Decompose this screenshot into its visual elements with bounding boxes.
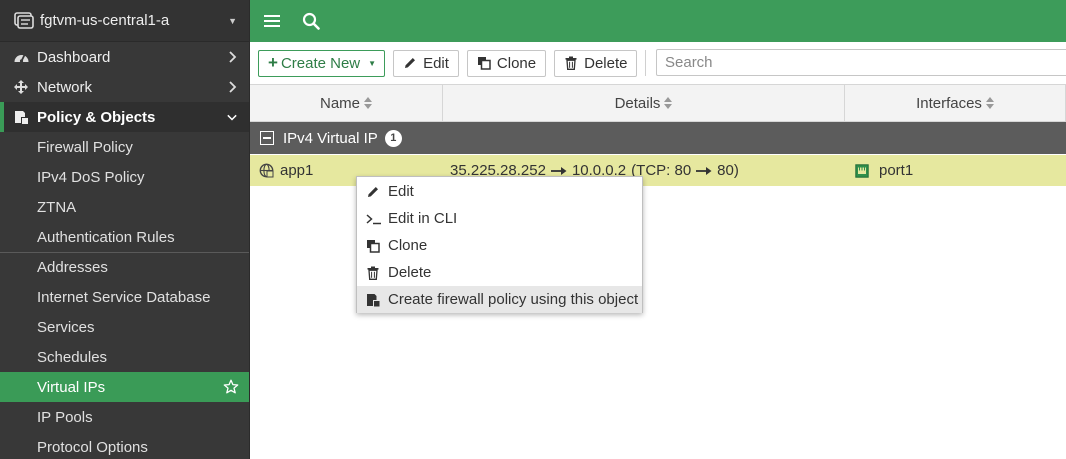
create-new-label: Create New [280,54,361,72]
nav-network[interactable]: Network [0,72,249,102]
context-menu-clone[interactable]: Clone [357,232,642,259]
mapped-port: 80) [717,162,739,179]
chevron-right-icon [229,81,237,93]
device-name: fgtvm-us-central1-a [40,12,170,29]
nav-dashboard[interactable]: Dashboard [0,42,249,72]
edit-button[interactable]: Edit [393,49,459,77]
column-header-name[interactable]: Name [250,85,443,121]
sidebar-item-label: Virtual IPs [37,378,106,396]
menu-item-label: Create firewall policy using this object [388,291,639,308]
sidebar-item-label: Protocol Options [37,438,148,456]
vip-name: app1 [280,162,314,179]
edit-label: Edit [423,54,449,72]
pencil-icon [405,58,416,68]
context-menu-edit-in-cli[interactable]: Edit in CLI [357,205,642,232]
trash-icon [366,266,382,280]
search-icon[interactable] [301,11,321,31]
column-header-details[interactable]: Details [443,85,845,121]
sidebar-item-virtual-ips[interactable]: Virtual IPs [0,372,249,402]
nav-policy-objects[interactable]: Policy & Objects [0,102,249,132]
network-icon [12,79,30,95]
clone-button[interactable]: Clone [466,49,547,77]
sidebar-item-label: IP Pools [37,408,93,426]
chevron-down-icon: ▼ [228,15,237,26]
plus-icon: + [268,53,278,72]
device-icon [14,11,34,29]
star-icon[interactable] [223,379,239,395]
nav-label: Network [37,78,93,96]
sidebar-item-label: ZTNA [37,198,77,216]
virtual-ip-icon [259,163,274,178]
create-new-button[interactable]: + Create New ▼ [258,49,386,77]
sidebar-item-label: Schedules [37,348,108,366]
search-input[interactable] [656,49,1066,76]
arrow-right-icon [550,166,567,175]
sidebar-item-label: IPv4 DoS Policy [37,168,145,186]
sidebar-item-internet-service-database[interactable]: Internet Service Database [0,282,249,312]
sidebar-item-addresses[interactable]: Addresses [0,252,249,282]
menu-item-label: Edit in CLI [388,210,458,227]
column-label: Interfaces [916,94,982,112]
dashboard-icon [12,49,30,65]
menu-item-label: Clone [388,237,428,254]
sidebar-item-ipv4-dos-policy[interactable]: IPv4 DoS Policy [0,162,249,192]
menu-item-label: Edit [388,183,414,200]
chevron-right-icon [229,51,237,63]
sidebar-item-authentication-rules[interactable]: Authentication Rules [0,222,249,252]
clone-label: Clone [496,54,537,72]
cell-interfaces: port1 [845,155,1066,186]
context-menu: Edit Edit in CLI Clone Delete Create fir… [356,176,643,313]
collapse-icon[interactable] [260,131,274,145]
chevron-down-icon: ▼ [368,58,377,68]
device-selector[interactable]: fgtvm-us-central1-a ▼ [0,0,249,42]
sidebar-item-ztna[interactable]: ZTNA [0,192,249,222]
sidebar-item-label: Services [37,318,95,336]
toolbar-divider [645,50,647,76]
context-menu-delete[interactable]: Delete [357,259,642,286]
policy-icon [12,109,30,125]
menu-item-label: Delete [388,264,432,281]
delete-label: Delete [584,54,628,72]
sort-icon [664,97,673,109]
context-menu-edit[interactable]: Edit [357,178,642,205]
pencil-icon [366,185,382,199]
cli-icon [366,212,382,226]
group-label: IPv4 Virtual IP [283,129,378,147]
sort-icon [985,97,994,109]
sort-icon [364,97,372,109]
delete-button[interactable]: Delete [554,49,638,77]
sidebar-item-services[interactable]: Services [0,312,249,342]
top-bar [250,0,1066,42]
column-label: Details [614,94,661,112]
clone-icon [366,239,382,253]
sidebar-item-label: Internet Service Database [37,288,211,306]
column-label: Name [319,94,360,112]
sidebar-item-label: Addresses [37,259,108,276]
arrow-right-icon [696,166,712,175]
clone-icon [477,57,491,70]
group-header: IPv4 Virtual IP 1 [250,122,1066,154]
sidebar-item-protocol-options[interactable]: Protocol Options [0,432,249,459]
sidebar-item-label: Authentication Rules [37,228,175,246]
toolbar: + Create New ▼ Edit Clone Delete [250,42,1066,84]
interface-name: port1 [879,162,914,179]
hamburger-menu-icon[interactable] [262,11,282,31]
nav-label: Policy & Objects [37,108,156,126]
column-header-interfaces[interactable]: Interfaces [845,85,1066,121]
sidebar-item-firewall-policy[interactable]: Firewall Policy [0,132,249,162]
table-header: Name Details Interfaces [250,84,1066,122]
context-menu-create-firewall-policy[interactable]: Create firewall policy using this object [357,286,642,313]
policy-icon [366,293,382,307]
group-count-badge: 1 [384,129,402,147]
chevron-down-icon [227,114,237,121]
nav-label: Dashboard [37,48,111,66]
sidebar-item-label: Firewall Policy [37,138,133,156]
trash-icon [565,56,577,70]
sidebar-item-ip-pools[interactable]: IP Pools [0,402,249,432]
port-icon [855,163,869,178]
sidebar: fgtvm-us-central1-a ▼ Dashboard Network … [0,0,250,459]
sidebar-item-schedules[interactable]: Schedules [0,342,249,372]
